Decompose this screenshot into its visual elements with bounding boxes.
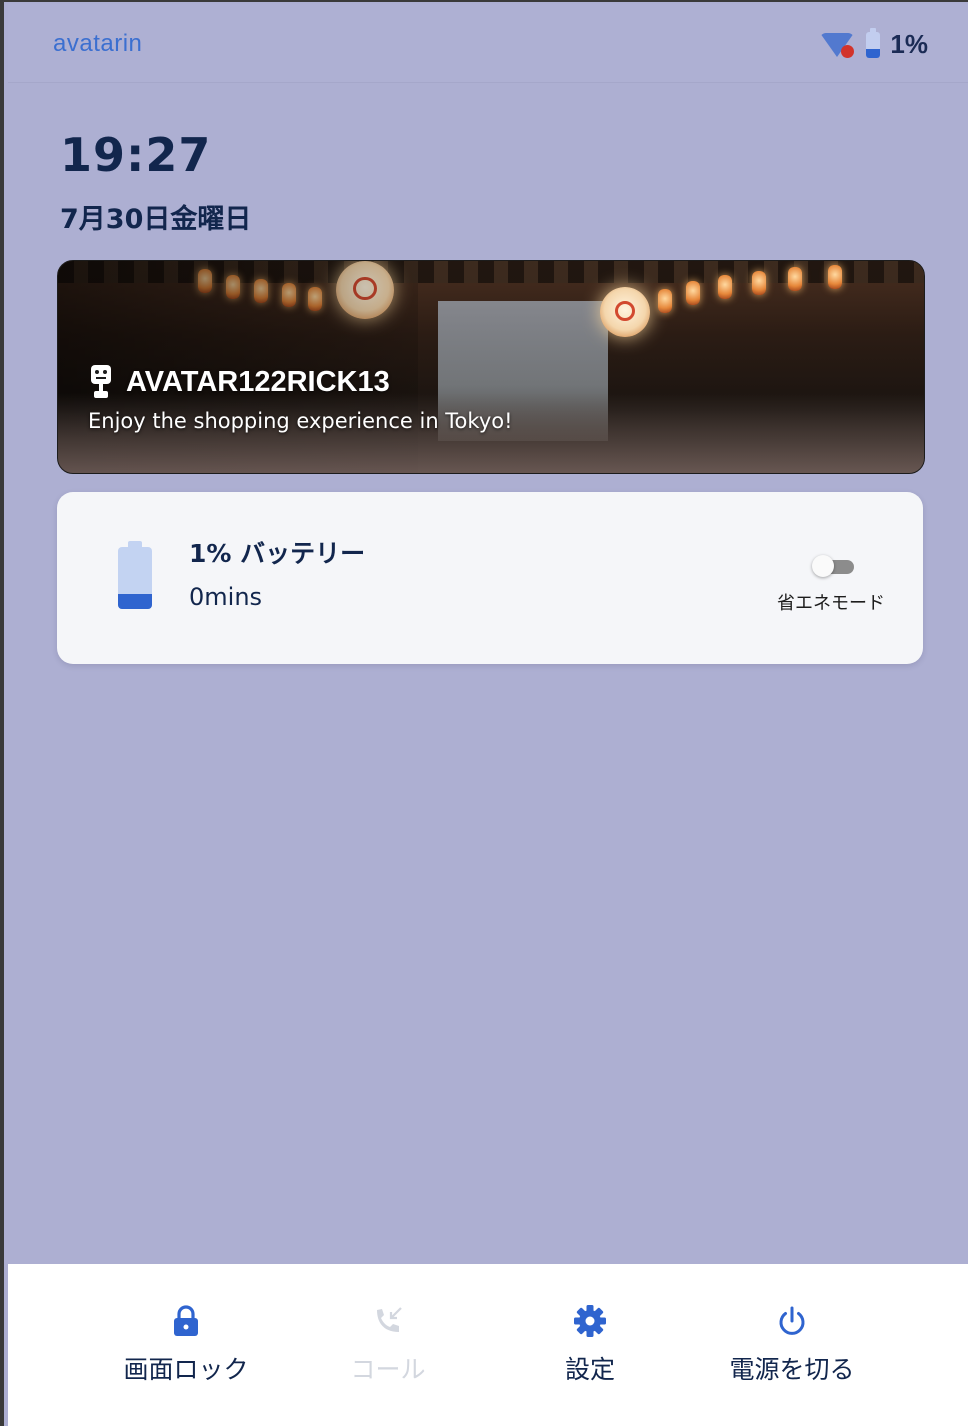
lantern-decoration xyxy=(828,265,842,289)
avatar-title-row: AVATAR122RICK13 xyxy=(88,365,390,399)
clock-time: 19:27 xyxy=(60,128,212,182)
battery-percent: 1% xyxy=(890,28,928,59)
eco-mode-toggle[interactable] xyxy=(812,555,856,577)
lantern-decoration xyxy=(752,271,766,295)
app-screen: avatarin 1% 19:27 7月30日金曜日 AVATAR122RICK… xyxy=(0,0,968,1428)
screen-lock-button[interactable]: 画面ロック xyxy=(86,1304,286,1394)
banner-photo-street xyxy=(58,393,924,473)
lantern-decoration xyxy=(686,281,700,305)
avatar-banner[interactable]: AVATAR122RICK13 Enjoy the shopping exper… xyxy=(57,260,925,474)
lantern-decoration xyxy=(718,275,732,299)
call-icon xyxy=(377,1307,402,1332)
battery-title: 1% バッテリー xyxy=(189,539,366,568)
battery-icon xyxy=(866,28,881,58)
battery-remaining-time: 0mins xyxy=(189,583,263,611)
gear-icon xyxy=(574,1305,606,1337)
battery-card: 1% バッテリー 0mins 省エネモード xyxy=(57,492,923,664)
lantern-decoration xyxy=(600,287,650,337)
screen-lock-label: 画面ロック xyxy=(123,1355,249,1384)
clock-date: 7月30日金曜日 xyxy=(60,204,252,235)
bottom-navigation: 画面ロック コール 設定 電源を切る xyxy=(8,1264,968,1428)
status-area: 1% xyxy=(818,26,928,62)
eco-mode-label: 省エネモード xyxy=(777,593,885,614)
avatar-description: Enjoy the shopping experience in Tokyo! xyxy=(88,409,513,433)
avatar-name: AVATAR122RICK13 xyxy=(126,365,390,398)
lantern-decoration xyxy=(658,289,672,313)
call-label: コール xyxy=(350,1355,426,1384)
settings-label: 設定 xyxy=(564,1355,615,1384)
settings-button[interactable]: 設定 xyxy=(490,1304,690,1394)
lantern-decoration xyxy=(788,267,802,291)
robot-icon xyxy=(91,365,111,398)
power-off-label: 電源を切る xyxy=(729,1355,855,1384)
power-off-button[interactable]: 電源を切る xyxy=(692,1304,892,1394)
power-icon xyxy=(779,1306,805,1335)
lock-icon xyxy=(174,1305,198,1336)
battery-icon xyxy=(118,541,152,609)
top-bar: avatarin 1% xyxy=(8,4,968,83)
wifi-icon xyxy=(818,29,856,59)
app-logo: avatarin xyxy=(53,30,143,57)
call-button[interactable]: コール xyxy=(288,1304,488,1394)
